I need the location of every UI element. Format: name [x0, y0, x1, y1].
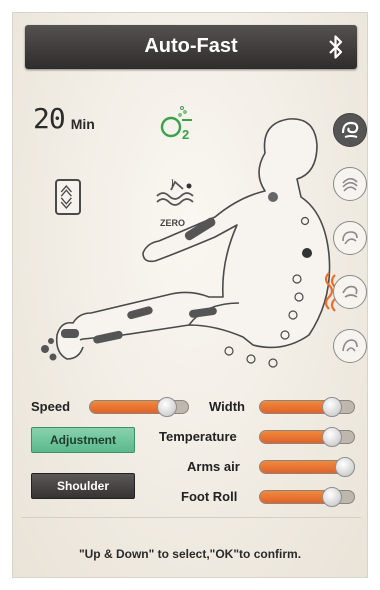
- massage-mode-button[interactable]: [333, 113, 367, 147]
- remote-panel: Auto-Fast 20 Min 2 I ZERO Speed Width Te…: [12, 12, 368, 578]
- program-title: Auto-Fast: [144, 35, 238, 57]
- massage-mode-button[interactable]: [333, 167, 367, 201]
- massage-mode-4-icon: [342, 285, 358, 298]
- body-diagram: [41, 118, 340, 368]
- adjustment-button[interactable]: Adjustment: [31, 427, 135, 453]
- header-bar: Auto-Fast: [25, 25, 357, 69]
- arms-air-slider-knob[interactable]: [335, 457, 355, 477]
- massage-mode-button[interactable]: [333, 221, 367, 255]
- massage-mode-1-icon: [341, 121, 359, 138]
- width-slider-knob[interactable]: [321, 397, 342, 417]
- instruction-hint: "Up & Down" to select,"OK"to confirm.: [78, 547, 302, 561]
- massage-mode-button[interactable]: [333, 329, 367, 363]
- foot-roll-label: Foot Roll: [181, 489, 238, 504]
- width-label: Width: [209, 399, 245, 414]
- massage-mode-3-icon: [342, 231, 358, 245]
- temperature-slider-knob[interactable]: [321, 427, 342, 447]
- speed-slider-knob[interactable]: [157, 397, 177, 417]
- arms-air-label: Arms air: [187, 459, 240, 474]
- shoulder-button[interactable]: Shoulder: [31, 473, 135, 499]
- massage-mode-5-icon: [342, 339, 358, 352]
- speed-label: Speed: [31, 399, 71, 414]
- temperature-label: Temperature: [159, 429, 237, 444]
- massage-mode-2-icon: [342, 177, 358, 192]
- bluetooth-icon[interactable]: [327, 33, 345, 61]
- foot-roll-slider-knob[interactable]: [321, 487, 342, 507]
- massage-mode-button[interactable]: [333, 275, 367, 309]
- divider: [21, 517, 361, 518]
